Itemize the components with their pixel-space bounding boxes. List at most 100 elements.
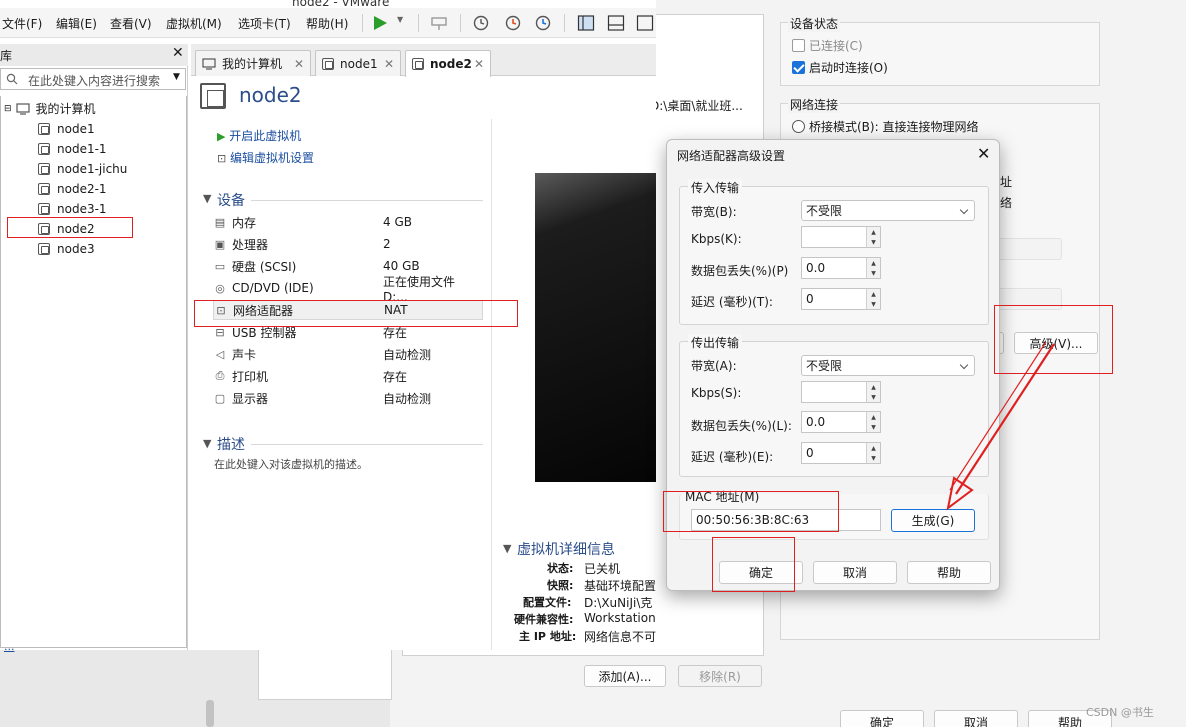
spinner-buttons[interactable]: ▲ ▼ bbox=[866, 443, 880, 463]
snapshot-icon[interactable] bbox=[472, 14, 490, 32]
connected-checkbox-box[interactable] bbox=[792, 39, 805, 52]
close-library-icon[interactable]: ✕ bbox=[172, 45, 184, 61]
tab-node1[interactable]: node1 ✕ bbox=[315, 50, 401, 76]
settings-ok-button[interactable]: 确定 bbox=[840, 710, 924, 727]
power-on-icon[interactable] bbox=[372, 15, 388, 31]
connect-on-start-checkbox-box[interactable] bbox=[792, 61, 805, 74]
spinner-buttons[interactable]: ▲ ▼ bbox=[866, 227, 880, 247]
spin-down-icon[interactable]: ▼ bbox=[867, 392, 880, 402]
menu-file[interactable]: 文件(F) bbox=[2, 15, 42, 32]
connected-checkbox[interactable]: 已连接(C) bbox=[792, 37, 863, 54]
dialog-help-button[interactable]: 帮助 bbox=[907, 561, 991, 584]
remove-hardware-button[interactable]: 移除(R) bbox=[678, 665, 762, 687]
menu-help[interactable]: 帮助(H) bbox=[306, 15, 348, 32]
tree-item-node3[interactable]: node3 bbox=[38, 240, 95, 258]
spin-down-icon[interactable]: ▼ bbox=[867, 299, 880, 309]
connect-on-start-checkbox[interactable]: 启动时连接(O) bbox=[792, 59, 888, 76]
spin-up-icon[interactable]: ▲ bbox=[867, 443, 880, 453]
tab-label: node1 bbox=[340, 56, 378, 71]
detail-label-snapshot: 快照: bbox=[547, 579, 574, 592]
vm-icon bbox=[38, 143, 50, 155]
detail-value-config: D:\XuNiJi\克 bbox=[584, 596, 653, 610]
snapshot-manager-icon[interactable] bbox=[534, 14, 552, 32]
device-row-printer[interactable]: ⎙ 打印机 存在 bbox=[213, 366, 483, 386]
menu-vm[interactable]: 虚拟机(M) bbox=[166, 15, 222, 32]
bridged-radio-button[interactable] bbox=[792, 120, 805, 133]
bridged-radio[interactable]: 桥接模式(B): 直接连接物理网络 bbox=[792, 118, 978, 135]
spinner-buttons[interactable]: ▲ ▼ bbox=[866, 382, 880, 402]
tree-item-node1-1[interactable]: node1-1 bbox=[38, 140, 107, 158]
kbps-out-spinner[interactable]: ▲ ▼ bbox=[801, 381, 881, 403]
device-row-cpu[interactable]: ▣ 处理器 2 bbox=[213, 234, 483, 254]
spin-up-icon[interactable]: ▲ bbox=[867, 289, 880, 299]
loss-in-label: 数据包丢失(%)(P) bbox=[691, 264, 789, 278]
spin-up-icon[interactable]: ▲ bbox=[867, 382, 880, 392]
tree-item-node3-1[interactable]: node3-1 bbox=[38, 200, 107, 218]
dialog-cancel-button[interactable]: 取消 bbox=[813, 561, 897, 584]
menu-edit[interactable]: 编辑(E) bbox=[56, 15, 97, 32]
kbps-in-spinner[interactable]: ▲ ▼ bbox=[801, 226, 881, 248]
library-bottom-link[interactable]: ... bbox=[4, 640, 15, 653]
collapse-icon[interactable]: ⊟ bbox=[4, 104, 12, 114]
devices-section-toggle[interactable]: ▼ bbox=[203, 192, 211, 205]
library-title: 库 bbox=[0, 49, 13, 63]
show-library-icon[interactable] bbox=[577, 14, 595, 32]
revert-snapshot-icon[interactable] bbox=[504, 14, 522, 32]
device-row-memory[interactable]: ▤ 内存 4 GB bbox=[213, 212, 483, 232]
spinner-buttons[interactable]: ▲ ▼ bbox=[866, 412, 880, 432]
scrollbar-track[interactable] bbox=[206, 700, 214, 727]
spinner-buttons[interactable]: ▲ ▼ bbox=[866, 258, 880, 278]
power-on-link[interactable]: ▶ 开启此虚拟机 bbox=[217, 127, 301, 144]
device-row-cdrom[interactable]: ◎ CD/DVD (IDE) 正在使用文件 D:... bbox=[213, 275, 483, 304]
watermark: CSDN @书生 bbox=[1086, 706, 1154, 719]
toolbar-separator bbox=[362, 14, 363, 32]
edit-settings-link[interactable]: ⊡ 编辑虚拟机设置 bbox=[217, 149, 314, 166]
spin-down-icon[interactable]: ▼ bbox=[867, 422, 880, 432]
close-tab-icon[interactable]: ✕ bbox=[474, 57, 484, 71]
spin-down-icon[interactable]: ▼ bbox=[867, 237, 880, 247]
full-screen-icon[interactable] bbox=[636, 14, 654, 32]
spinner-buttons[interactable]: ▲ ▼ bbox=[866, 289, 880, 309]
loss-in-spinner[interactable]: 0.0 ▲ ▼ bbox=[801, 257, 881, 279]
add-hardware-button[interactable]: 添加(A)... bbox=[584, 665, 666, 687]
bandwidth-in-select[interactable]: 不受限 bbox=[801, 200, 975, 221]
tree-item-node1-jichu[interactable]: node1-jichu bbox=[38, 160, 127, 178]
library-search-input[interactable]: 在此处键入内容进行搜索 bbox=[28, 72, 160, 89]
device-row-display[interactable]: ▢ 显示器 自动检测 bbox=[213, 388, 483, 408]
loss-out-spinner[interactable]: 0.0 ▲ ▼ bbox=[801, 411, 881, 433]
toolbar-separator bbox=[460, 14, 461, 32]
tree-item-node1[interactable]: node1 bbox=[38, 120, 95, 138]
tab-my-computer[interactable]: 我的计算机 ✕ bbox=[195, 50, 311, 76]
spin-down-icon[interactable]: ▼ bbox=[867, 268, 880, 278]
tree-item-node2-1[interactable]: node2-1 bbox=[38, 180, 107, 198]
description-section-toggle[interactable]: ▼ bbox=[203, 437, 211, 450]
power-dropdown-icon[interactable]: ▼ bbox=[397, 15, 403, 24]
tree-root-my-computer[interactable]: ⊟ 我的计算机 bbox=[4, 100, 96, 117]
latency-out-spinner[interactable]: 0 ▲ ▼ bbox=[801, 442, 881, 464]
spin-up-icon[interactable]: ▲ bbox=[867, 412, 880, 422]
dialog-close-icon[interactable]: ✕ bbox=[977, 144, 990, 163]
connected-label: 已连接(C) bbox=[809, 39, 863, 53]
spin-up-icon[interactable]: ▲ bbox=[867, 258, 880, 268]
close-tab-icon[interactable]: ✕ bbox=[384, 57, 394, 71]
close-tab-icon[interactable]: ✕ bbox=[294, 57, 304, 71]
send-keys-icon[interactable] bbox=[430, 15, 448, 31]
device-row-sound[interactable]: ◁ 声卡 自动检测 bbox=[213, 344, 483, 364]
menu-view[interactable]: 查看(V) bbox=[110, 15, 152, 32]
spin-up-icon[interactable]: ▲ bbox=[867, 227, 880, 237]
library-search-box[interactable]: 在此处键入内容进行搜索 ▼ bbox=[0, 68, 186, 90]
toolbar-separator bbox=[564, 14, 565, 32]
menu-tabs[interactable]: 选项卡(T) bbox=[238, 15, 291, 32]
tab-node2[interactable]: node2 ✕ bbox=[405, 50, 491, 77]
description-placeholder[interactable]: 在此处键入对该虚拟机的描述。 bbox=[214, 456, 368, 472]
thumbnail-bar-icon[interactable] bbox=[607, 14, 625, 32]
settings-cancel-button[interactable]: 取消 bbox=[934, 710, 1018, 727]
custom-network-select[interactable] bbox=[990, 238, 1062, 260]
search-dropdown-icon[interactable]: ▼ bbox=[173, 72, 180, 82]
vm-preview-screen[interactable] bbox=[535, 173, 656, 482]
latency-in-spinner[interactable]: 0 ▲ ▼ bbox=[801, 288, 881, 310]
details-section-toggle[interactable]: ▼ bbox=[503, 542, 511, 555]
device-name: 打印机 bbox=[232, 369, 269, 384]
option-fragment-2: 络 bbox=[1000, 196, 1013, 210]
spin-down-icon[interactable]: ▼ bbox=[867, 453, 880, 463]
